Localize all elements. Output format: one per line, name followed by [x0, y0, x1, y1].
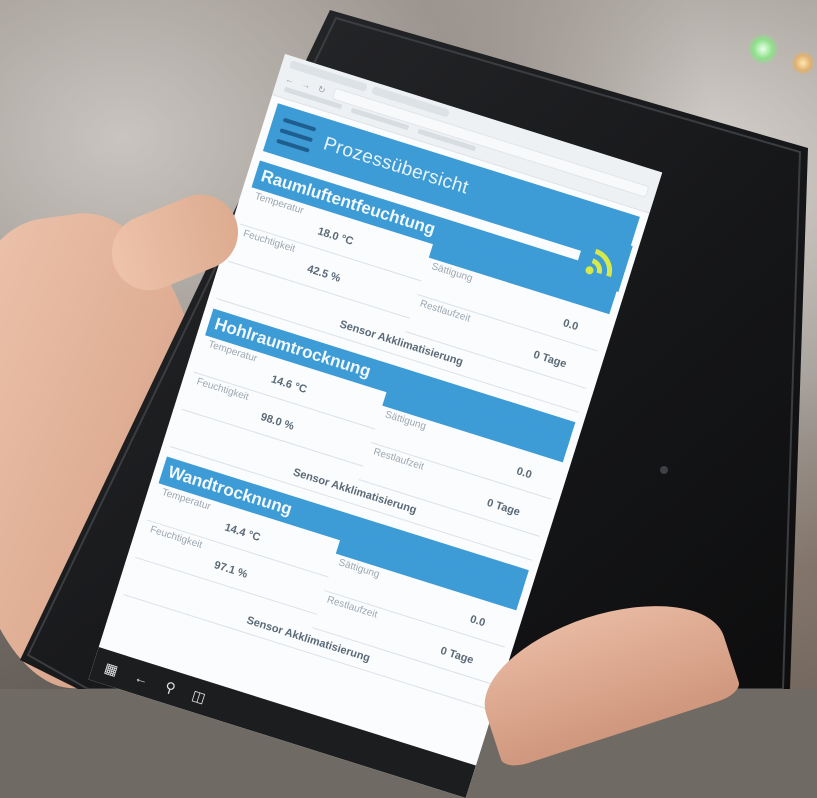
- back-icon[interactable]: ←: [284, 74, 296, 86]
- forward-icon[interactable]: →: [300, 79, 312, 91]
- tablet: ← → ↻ Prozessübersicht Raumluftentfeucht…: [0, 0, 817, 798]
- task-view-icon[interactable]: ◫: [190, 686, 207, 706]
- windows-start-icon[interactable]: ▦: [103, 659, 120, 679]
- reload-icon[interactable]: ↻: [317, 83, 327, 96]
- back-arrow-icon[interactable]: ←: [132, 669, 150, 688]
- hamburger-menu-icon[interactable]: [276, 117, 317, 153]
- search-icon[interactable]: ⚲: [163, 678, 178, 697]
